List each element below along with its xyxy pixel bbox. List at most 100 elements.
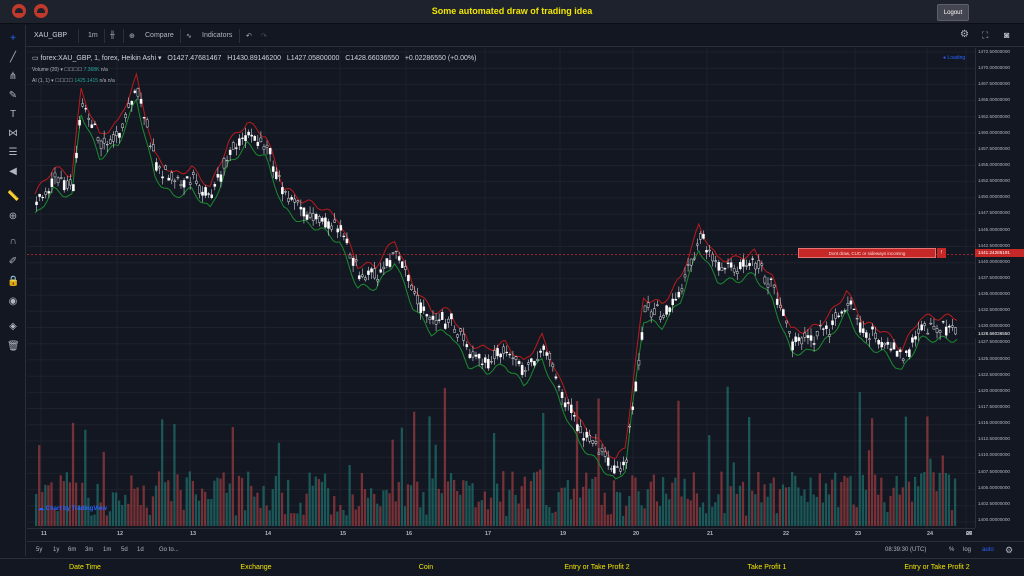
range-6m[interactable]: 6m bbox=[68, 547, 76, 553]
candle-body bbox=[99, 140, 103, 149]
screenshot-icon[interactable]: ◙ bbox=[1004, 30, 1009, 40]
candle-body bbox=[136, 88, 140, 97]
price-chart[interactable] bbox=[27, 48, 975, 528]
text-icon[interactable]: T bbox=[7, 109, 19, 121]
symbol-search[interactable]: XAU_GBP bbox=[34, 32, 67, 39]
range-5d[interactable]: 5d bbox=[121, 547, 128, 553]
volume-bar bbox=[892, 487, 895, 526]
candle-body bbox=[422, 306, 426, 311]
crosshair-icon[interactable]: + bbox=[7, 33, 19, 45]
pitchfork-icon[interactable]: ⋔ bbox=[7, 71, 19, 83]
chart-settings-icon[interactable]: ⚙ bbox=[1005, 545, 1013, 556]
compare-icon[interactable]: ⊕ bbox=[129, 32, 135, 40]
candle-style-icon[interactable]: ╫ bbox=[110, 32, 115, 39]
drawing-label[interactable]: Dont draw, CUC or sideways incoming bbox=[798, 248, 936, 258]
volume-bar bbox=[542, 412, 545, 526]
undo-icon[interactable]: ↶ bbox=[246, 32, 252, 40]
magnet-icon[interactable]: ∩ bbox=[7, 236, 19, 248]
utc-time[interactable]: 08:39:30 (UTC) bbox=[885, 547, 926, 553]
volume-label[interactable]: Volume (20) bbox=[32, 67, 59, 73]
trendline-icon[interactable]: ╱ bbox=[7, 52, 19, 64]
candle-body bbox=[158, 166, 161, 169]
volume-bar bbox=[452, 480, 456, 526]
candle-body bbox=[336, 228, 339, 233]
legend-collapse-icon[interactable]: ▭ bbox=[32, 55, 39, 62]
goto-button[interactable]: Go to... bbox=[159, 547, 179, 553]
volume-bar bbox=[305, 493, 308, 526]
legend-symbol[interactable]: forex:XAU_GBP, 1, forex, Heikin Ashi bbox=[41, 55, 156, 62]
candle-body bbox=[616, 466, 619, 468]
candle-body bbox=[530, 358, 533, 363]
volume-bar bbox=[170, 501, 173, 526]
candle-body bbox=[130, 101, 134, 105]
volume-bar bbox=[560, 487, 563, 526]
stay-drawing-icon[interactable]: ✐ bbox=[7, 256, 19, 268]
range-3m[interactable]: 3m bbox=[85, 547, 93, 553]
pattern-icon[interactable]: ⋈ bbox=[7, 128, 19, 140]
candle-body bbox=[278, 175, 281, 177]
range-5y[interactable]: 5y bbox=[36, 547, 42, 553]
candle-body bbox=[235, 147, 238, 149]
candle-body bbox=[938, 330, 942, 333]
candle-body bbox=[791, 341, 794, 351]
volume-bar bbox=[293, 513, 296, 526]
candle-body bbox=[683, 274, 687, 278]
candle-body bbox=[250, 134, 253, 137]
time-tick: 12 bbox=[117, 531, 124, 537]
range-1m[interactable]: 1m bbox=[103, 547, 111, 553]
volume-bar bbox=[520, 486, 523, 526]
redo-icon[interactable]: ↷ bbox=[261, 32, 267, 40]
time-tick: 23 bbox=[855, 531, 862, 537]
candle-body bbox=[388, 260, 392, 267]
volume-bar bbox=[240, 477, 244, 526]
candle-body bbox=[865, 332, 868, 338]
indicators-button[interactable]: Indicators bbox=[202, 32, 232, 39]
candle-body bbox=[468, 354, 472, 359]
candle-body bbox=[643, 305, 647, 313]
candle-body bbox=[895, 351, 899, 357]
auto-toggle[interactable]: auto bbox=[982, 547, 994, 553]
eye-icon[interactable]: ◉ bbox=[7, 296, 19, 308]
logout-button[interactable]: Logout bbox=[937, 4, 969, 21]
layers-icon[interactable]: ◈ bbox=[7, 321, 19, 333]
range-1d[interactable]: 1d bbox=[137, 547, 144, 553]
candle-body bbox=[339, 225, 343, 231]
candle-body bbox=[674, 298, 678, 301]
candle-body bbox=[361, 274, 364, 278]
volume-bar bbox=[250, 485, 253, 526]
brush-icon[interactable]: ✎ bbox=[7, 90, 19, 102]
price-tick: 1440.00000000 bbox=[978, 258, 1010, 264]
fullscreen-icon[interactable]: ⛶ bbox=[982, 30, 988, 41]
time-axis[interactable] bbox=[27, 528, 975, 541]
log-toggle[interactable]: log bbox=[963, 547, 971, 553]
settings-icon[interactable]: ⚙ bbox=[960, 29, 969, 40]
volume-bar bbox=[784, 487, 788, 526]
range-1y[interactable]: 1y bbox=[53, 547, 59, 553]
arrow-left-icon[interactable]: ◀ bbox=[7, 166, 19, 178]
volume-bar bbox=[379, 506, 382, 526]
volume-bar bbox=[874, 474, 877, 526]
volume-bar bbox=[609, 514, 612, 526]
trash-icon[interactable]: 🗑 bbox=[7, 341, 20, 353]
alert-icon[interactable]: ! bbox=[937, 248, 946, 258]
indicators-icon[interactable]: ∿ bbox=[186, 32, 192, 40]
legend-dropdown-icon[interactable]: ▾ bbox=[158, 55, 162, 62]
volume-bar bbox=[148, 514, 151, 526]
fib-icon[interactable]: ☰ bbox=[7, 147, 19, 159]
volume-bar bbox=[877, 494, 880, 526]
candle-body bbox=[745, 265, 748, 267]
interval-button[interactable]: 1m bbox=[88, 32, 98, 39]
volume-bar bbox=[413, 411, 416, 526]
tradingview-watermark[interactable]: ☁ Chart by TradingView bbox=[38, 505, 107, 512]
volume-bar bbox=[870, 418, 874, 526]
ai-label[interactable]: AI (1, 1) bbox=[32, 78, 50, 84]
zoom-in-icon[interactable]: ⊕ bbox=[7, 211, 19, 223]
ruler-icon[interactable]: 📏 bbox=[7, 191, 19, 203]
lock-icon[interactable]: 🔒 bbox=[7, 276, 19, 288]
percent-toggle[interactable]: % bbox=[949, 547, 954, 553]
volume-bar bbox=[437, 488, 440, 526]
volume-bar bbox=[913, 476, 917, 526]
candle-body bbox=[305, 214, 309, 220]
volume-bar bbox=[434, 444, 437, 526]
compare-button[interactable]: Compare bbox=[145, 32, 174, 39]
